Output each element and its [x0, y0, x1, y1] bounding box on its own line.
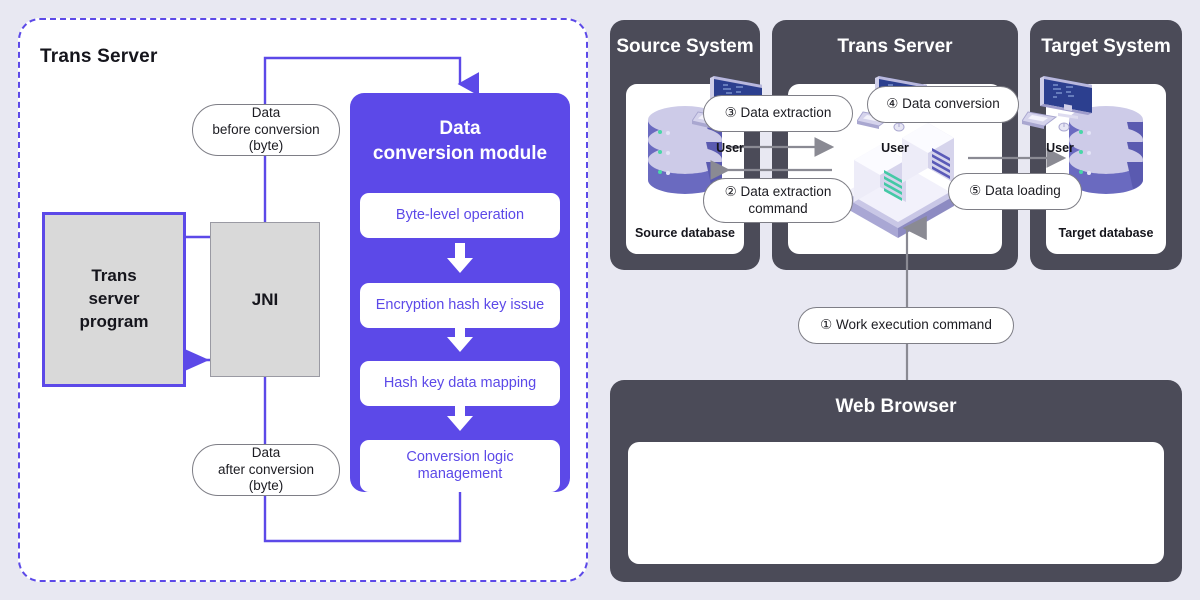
panel-trans-server-title: Trans Server — [837, 36, 953, 57]
panel-web-browser-title: Web Browser — [835, 396, 957, 417]
callout-data-extraction-command: ② Data extraction command — [703, 178, 853, 223]
module-step-byte-level-operation: Byte-level operation — [360, 193, 560, 238]
callout-label: ② Data extraction command — [724, 184, 832, 216]
module-step-label: Encryption hash key issue — [375, 296, 545, 313]
callout-data-conversion: ④ Data conversion — [867, 86, 1019, 123]
module-step-conversion-logic-management: Conversion logic management — [360, 440, 560, 492]
callout-label: ③ Data extraction — [724, 105, 832, 121]
module-step-label: Conversion logic management — [406, 448, 514, 482]
data-after-conversion-label: Data after conversion (byte) — [217, 445, 315, 494]
user-label: User — [881, 141, 909, 155]
panel-web-browser: Web Browser — [610, 380, 1182, 582]
user-label: User — [1046, 141, 1074, 155]
data-before-conversion-label: Data before conversion (byte) — [212, 105, 320, 154]
module-step-encryption-hash-key-issue: Encryption hash key issue — [360, 283, 560, 328]
trans-server-program-label: Trans server program — [79, 266, 149, 331]
data-conversion-module: Data conversion module Byte-level operati… — [350, 93, 570, 492]
diagram-canvas: Trans Server Data before conversion (byt… — [0, 0, 1200, 600]
desktop-computer-icon — [1021, 76, 1092, 132]
jni-label: JNI — [251, 289, 279, 309]
data-before-conversion-pill: Data before conversion (byte) — [192, 104, 340, 156]
data-after-conversion-pill: Data after conversion (byte) — [192, 444, 340, 496]
web-browser-content — [628, 442, 1164, 564]
pipeline-arrow-icon — [447, 243, 473, 273]
callout-label: ① Work execution command — [820, 317, 992, 333]
callout-work-execution-command: ① Work execution command — [798, 307, 1014, 344]
left-panel-title: Trans Server — [40, 46, 158, 67]
source-database-caption: Source database — [634, 226, 736, 240]
jni-box: JNI — [210, 222, 320, 377]
user-label: User — [716, 141, 744, 155]
panel-target-system-title: Target System — [1041, 36, 1171, 57]
callout-label: ④ Data conversion — [886, 96, 1000, 112]
module-step-label: Hash key data mapping — [383, 374, 537, 391]
module-step-label: Byte-level operation — [395, 206, 525, 223]
data-conversion-module-title: Data conversion module — [372, 118, 548, 164]
panel-source-system-title: Source System — [616, 36, 754, 57]
callout-data-loading: ⑤ Data loading — [948, 173, 1082, 210]
trans-server-program-box: Trans server program — [42, 212, 186, 387]
callout-data-extraction: ③ Data extraction — [703, 95, 853, 132]
target-database-caption: Target database — [1058, 226, 1154, 240]
callout-label: ⑤ Data loading — [969, 183, 1061, 199]
module-step-hash-key-data-mapping: Hash key data mapping — [360, 361, 560, 406]
